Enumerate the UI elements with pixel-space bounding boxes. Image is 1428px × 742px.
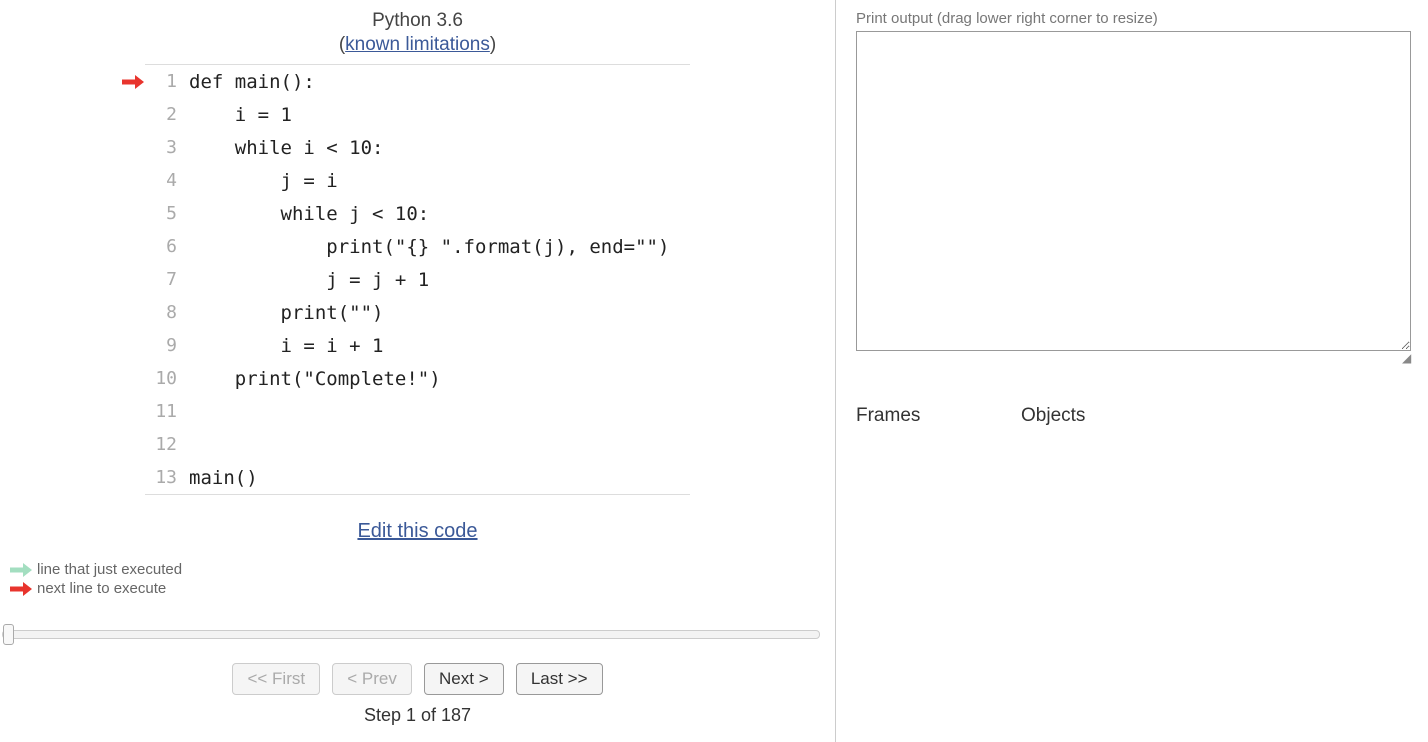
code-row: 8 print("") xyxy=(145,296,690,329)
code-text: i = i + 1 xyxy=(185,335,690,357)
legend-just-executed-label: line that just executed xyxy=(37,561,182,578)
arrow-column xyxy=(117,428,145,461)
step-slider-row xyxy=(0,625,827,645)
code-text: i = 1 xyxy=(185,104,690,126)
arrow-column xyxy=(117,131,145,164)
code-row: 9 i = i + 1 xyxy=(145,329,690,362)
arrow-column xyxy=(117,296,145,329)
code-row: 4 j = i xyxy=(145,164,690,197)
arrow-column xyxy=(117,98,145,131)
arrow-column xyxy=(117,461,145,494)
line-number: 5 xyxy=(145,203,185,224)
code-row: 6 print("{} ".format(j), end="") xyxy=(145,230,690,263)
print-output[interactable] xyxy=(856,31,1411,351)
last-button[interactable]: Last >> xyxy=(516,663,603,695)
code-row: 3 while i < 10: xyxy=(145,131,690,164)
code-row: 13main() xyxy=(145,461,690,494)
prev-button[interactable]: < Prev xyxy=(332,663,412,695)
legend-just-executed: line that just executed xyxy=(10,561,835,578)
step-slider[interactable] xyxy=(2,627,820,641)
code-text: print("{} ".format(j), end="") xyxy=(185,236,690,258)
arrow-column xyxy=(117,395,145,428)
code-row: 7 j = j + 1 xyxy=(145,263,690,296)
code-text: j = j + 1 xyxy=(185,269,690,291)
code-text: while i < 10: xyxy=(185,137,690,159)
code-text: j = i xyxy=(185,170,690,192)
current-line-arrow-icon xyxy=(121,75,145,89)
output-label: Print output (drag lower right corner to… xyxy=(856,10,1418,27)
line-number: 4 xyxy=(145,170,185,191)
arrow-column xyxy=(117,65,145,98)
step-label: Step 1 of 187 xyxy=(0,705,835,726)
arrow-column xyxy=(117,329,145,362)
legend-next-line: next line to execute xyxy=(10,580,835,597)
code-listing: 1def main():2 i = 13 while i < 10:4 j = … xyxy=(145,64,690,495)
edit-code-row: Edit this code xyxy=(0,520,835,543)
code-text: def main(): xyxy=(185,71,690,93)
resize-handle-icon[interactable]: ◢ xyxy=(1402,351,1418,365)
arrow-legend: line that just executed next line to exe… xyxy=(10,561,835,597)
line-number: 6 xyxy=(145,236,185,257)
code-row: 11 xyxy=(145,395,690,428)
arrow-column xyxy=(117,362,145,395)
line-number: 13 xyxy=(145,467,185,488)
output-pane: Print output (drag lower right corner to… xyxy=(836,0,1428,742)
arrow-column xyxy=(117,164,145,197)
objects-heading: Objects xyxy=(1021,405,1085,427)
arrow-column xyxy=(117,197,145,230)
code-text: main() xyxy=(185,467,690,489)
paren-close: ) xyxy=(490,34,496,55)
line-number: 11 xyxy=(145,401,185,422)
line-number: 9 xyxy=(145,335,185,356)
code-header: Python 3.6 (known limitations) xyxy=(0,10,835,56)
line-number: 3 xyxy=(145,137,185,158)
prev-arrow-icon xyxy=(10,563,32,577)
arrow-column xyxy=(117,230,145,263)
legend-next-line-label: next line to execute xyxy=(37,580,166,597)
known-limitations-link[interactable]: known limitations xyxy=(345,34,490,55)
code-row: 10 print("Complete!") xyxy=(145,362,690,395)
code-text: print("Complete!") xyxy=(185,368,690,390)
frames-objects-row: Frames Objects xyxy=(856,405,1418,427)
line-number: 1 xyxy=(145,71,185,92)
code-row: 1def main(): xyxy=(145,65,690,98)
next-button[interactable]: Next > xyxy=(424,663,504,695)
code-row: 5 while j < 10: xyxy=(145,197,690,230)
arrow-column xyxy=(117,263,145,296)
first-button[interactable]: << First xyxy=(232,663,320,695)
line-number: 10 xyxy=(145,368,185,389)
limitations-line: (known limitations) xyxy=(0,34,835,56)
edit-code-link[interactable]: Edit this code xyxy=(357,520,477,542)
code-pane: Python 3.6 (known limitations) 1def main… xyxy=(0,0,836,742)
line-number: 12 xyxy=(145,434,185,455)
nav-buttons: << First < Prev Next > Last >> xyxy=(0,663,835,695)
next-arrow-icon xyxy=(10,582,32,596)
code-text: print("") xyxy=(185,302,690,324)
code-text: while j < 10: xyxy=(185,203,690,225)
code-row: 2 i = 1 xyxy=(145,98,690,131)
app-container: Python 3.6 (known limitations) 1def main… xyxy=(0,0,1428,742)
line-number: 8 xyxy=(145,302,185,323)
language-title: Python 3.6 xyxy=(0,10,835,32)
code-row: 12 xyxy=(145,428,690,461)
line-number: 2 xyxy=(145,104,185,125)
line-number: 7 xyxy=(145,269,185,290)
frames-heading: Frames xyxy=(856,405,1021,427)
